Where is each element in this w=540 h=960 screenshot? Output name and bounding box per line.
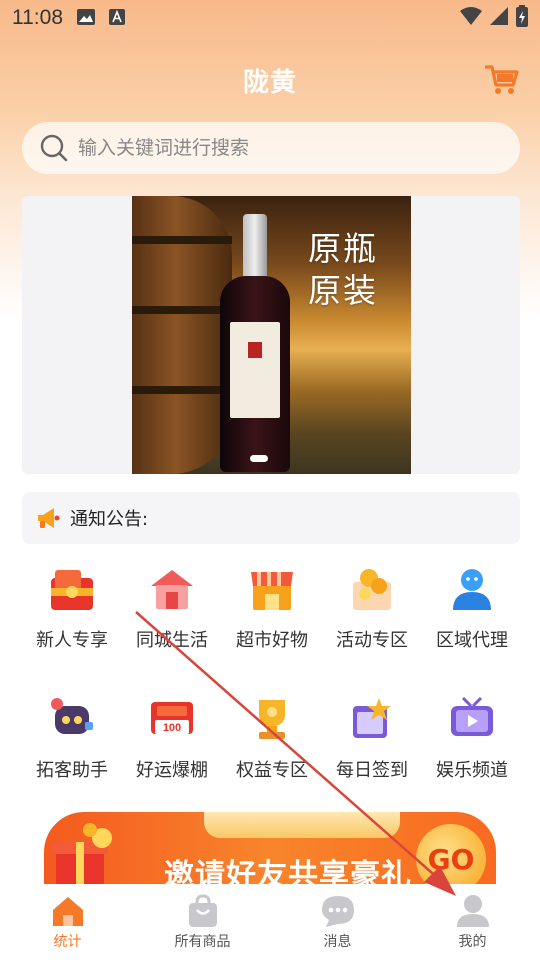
grid-item-customer-assistant[interactable]: 拓客助手 [22,690,122,782]
grid-label: 拓客助手 [36,760,108,781]
search-icon [40,134,68,162]
grid-item-regional-agent[interactable]: 区域代理 [422,560,522,652]
nav-label: 我的 [458,934,487,950]
grid-label: 权益专区 [236,760,308,781]
grid-label: 好运爆棚 [136,760,208,781]
nav-label: 所有商品 [174,934,231,950]
megaphone-icon [38,508,60,528]
cart-button[interactable] [484,62,520,98]
lottery-100-icon: 100 [143,690,201,748]
user-icon [456,895,489,927]
header: 陇黄 [0,56,540,104]
svg-text:100: 100 [163,722,181,734]
bottom-nav: 统计 所有商品 消息 我的 [0,884,540,960]
grid-label: 活动专区 [336,630,408,651]
font-notification-icon [109,6,125,30]
barrel-graphic [132,196,232,474]
invite-go-button[interactable]: GO [416,824,486,890]
banner-caption-line2: 原装 [308,271,378,310]
gift-box-icon [52,823,112,886]
notice-bar[interactable]: 通知公告: [22,492,520,544]
nav-item-mine[interactable]: 我的 [405,884,540,960]
grid-label: 娱乐频道 [436,760,508,781]
banner-caption: 原瓶 原装 [308,228,378,312]
search-input[interactable] [78,137,478,159]
feature-grid: 新人专享 同城生活 超市好物 活动专区 区域代理 拓客助手 100 好运爆棚 权… [22,560,522,782]
nav-item-statistics[interactable]: 统计 [0,884,135,960]
tv-play-icon [443,690,501,748]
grid-label: 超市好物 [236,630,308,651]
grid-item-local-life[interactable]: 同城生活 [122,560,222,652]
image-notification-icon [77,6,95,30]
search-bar[interactable] [22,122,520,174]
promo-banner[interactable]: 原瓶 原装 [22,196,520,474]
shopping-bag-icon [188,894,217,927]
grid-item-newcomer[interactable]: 新人专享 [22,560,122,652]
grid-item-supermarket[interactable]: 超市好物 [222,560,322,652]
status-time: 11:08 [12,6,63,29]
coins-box-icon [343,560,401,618]
shop-icon [243,560,301,618]
grid-item-entertainment[interactable]: 娱乐频道 [422,690,522,782]
notice-label: 通知公告: [70,509,149,530]
page-title: 陇黄 [242,67,297,98]
signal-icon [490,6,508,30]
nav-label: 消息 [323,934,352,950]
trophy-icon [243,690,301,748]
calendar-star-icon [343,690,401,748]
grid-label: 每日签到 [336,760,408,781]
status-bar: 11:08 [0,0,540,36]
house-icon [143,560,201,618]
chat-bubble-icon [321,896,354,927]
home-icon [52,897,83,926]
nav-item-messages[interactable]: 消息 [270,884,405,960]
grid-item-benefits[interactable]: 权益专区 [222,690,322,782]
robot-chat-icon [43,690,101,748]
grid-item-good-luck[interactable]: 100 好运爆棚 [122,690,222,782]
battery-icon [516,4,528,32]
nav-item-all-products[interactable]: 所有商品 [135,884,270,960]
invite-friends-banner[interactable]: 邀请好友共享豪礼 GO [44,812,496,890]
wine-banner-image: 原瓶 原装 [132,196,411,474]
grid-item-activity[interactable]: 活动专区 [322,560,422,652]
grid-label: 新人专享 [36,630,108,651]
carousel-indicator[interactable] [250,455,268,462]
grid-label: 同城生活 [136,630,208,651]
nav-label: 统计 [53,934,82,950]
grid-item-daily-checkin[interactable]: 每日签到 [322,690,422,782]
cart-icon [485,65,519,94]
wine-bottle-graphic [220,214,290,472]
red-envelope-gift-icon [43,560,101,618]
agent-person-icon [443,560,501,618]
invite-banner-tab [204,812,400,838]
grid-label: 区域代理 [436,630,508,651]
wifi-icon [460,6,482,30]
banner-caption-line1: 原瓶 [308,229,378,268]
